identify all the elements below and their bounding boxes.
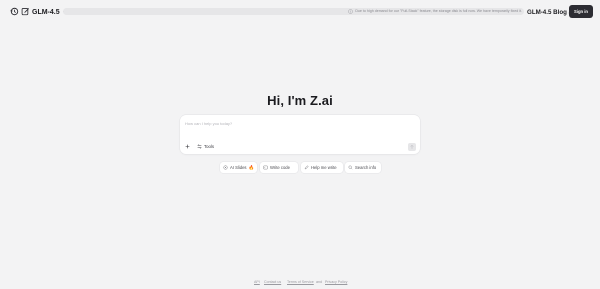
search-icon xyxy=(348,165,353,170)
sparkle-icon xyxy=(223,165,228,170)
attach-button[interactable] xyxy=(184,143,191,150)
notice-banner: Due to high demand for our "Full-Stack" … xyxy=(63,8,524,15)
fire-emoji: 🔥 xyxy=(248,165,255,170)
footer-contact-link[interactable]: Contact us xyxy=(264,279,281,286)
sign-in-button[interactable]: Sign in xyxy=(569,5,593,18)
chip-help-me-write[interactable]: Help me write xyxy=(301,162,343,173)
tools-button[interactable]: Tools xyxy=(197,142,214,151)
tools-label: Tools xyxy=(204,144,215,149)
footer-privacy-link[interactable]: Privacy Policy xyxy=(325,279,347,286)
chip-label: Search info xyxy=(355,165,377,170)
footer-and-text: and xyxy=(316,280,322,284)
send-arrow-icon xyxy=(410,144,414,149)
blog-link[interactable]: GLM-4.5 Blog xyxy=(527,6,572,18)
chip-label: Write code xyxy=(270,165,290,170)
chip-label: AI Slides xyxy=(230,165,247,170)
info-icon xyxy=(348,9,354,14)
new-chat-icon[interactable] xyxy=(21,7,30,16)
chip-ai-slides[interactable]: AI Slides 🔥 xyxy=(220,162,257,173)
plus-icon xyxy=(185,144,190,149)
top-bar: GLM-4.5 Due to high demand for our "Full… xyxy=(0,0,600,24)
blog-label: GLM-4.5 Blog xyxy=(527,8,567,16)
code-icon xyxy=(263,165,268,170)
chip-label: Help me write xyxy=(311,165,337,170)
suggestion-chips: AI Slides 🔥 Write code Help me write Sea… xyxy=(0,162,600,173)
footer-api-link[interactable]: API xyxy=(254,279,260,286)
chip-write-code[interactable]: Write code xyxy=(260,162,298,173)
history-icon[interactable] xyxy=(10,7,19,16)
footer-terms-link[interactable]: Terms of Service xyxy=(287,279,314,286)
banner-text: Due to high demand for our "Full-Stack" … xyxy=(355,9,522,13)
sliders-icon xyxy=(197,144,202,149)
chat-input[interactable] xyxy=(185,119,413,127)
model-name: GLM-4.5 xyxy=(32,8,60,16)
pen-icon xyxy=(304,165,309,170)
send-button[interactable] xyxy=(408,143,416,151)
chat-composer xyxy=(180,115,420,154)
page-title: Hi, I'm Z.ai xyxy=(267,93,333,108)
footer: API Contact us Terms of Service and Priv… xyxy=(0,279,600,286)
chip-search-info[interactable]: Search info xyxy=(345,162,381,173)
